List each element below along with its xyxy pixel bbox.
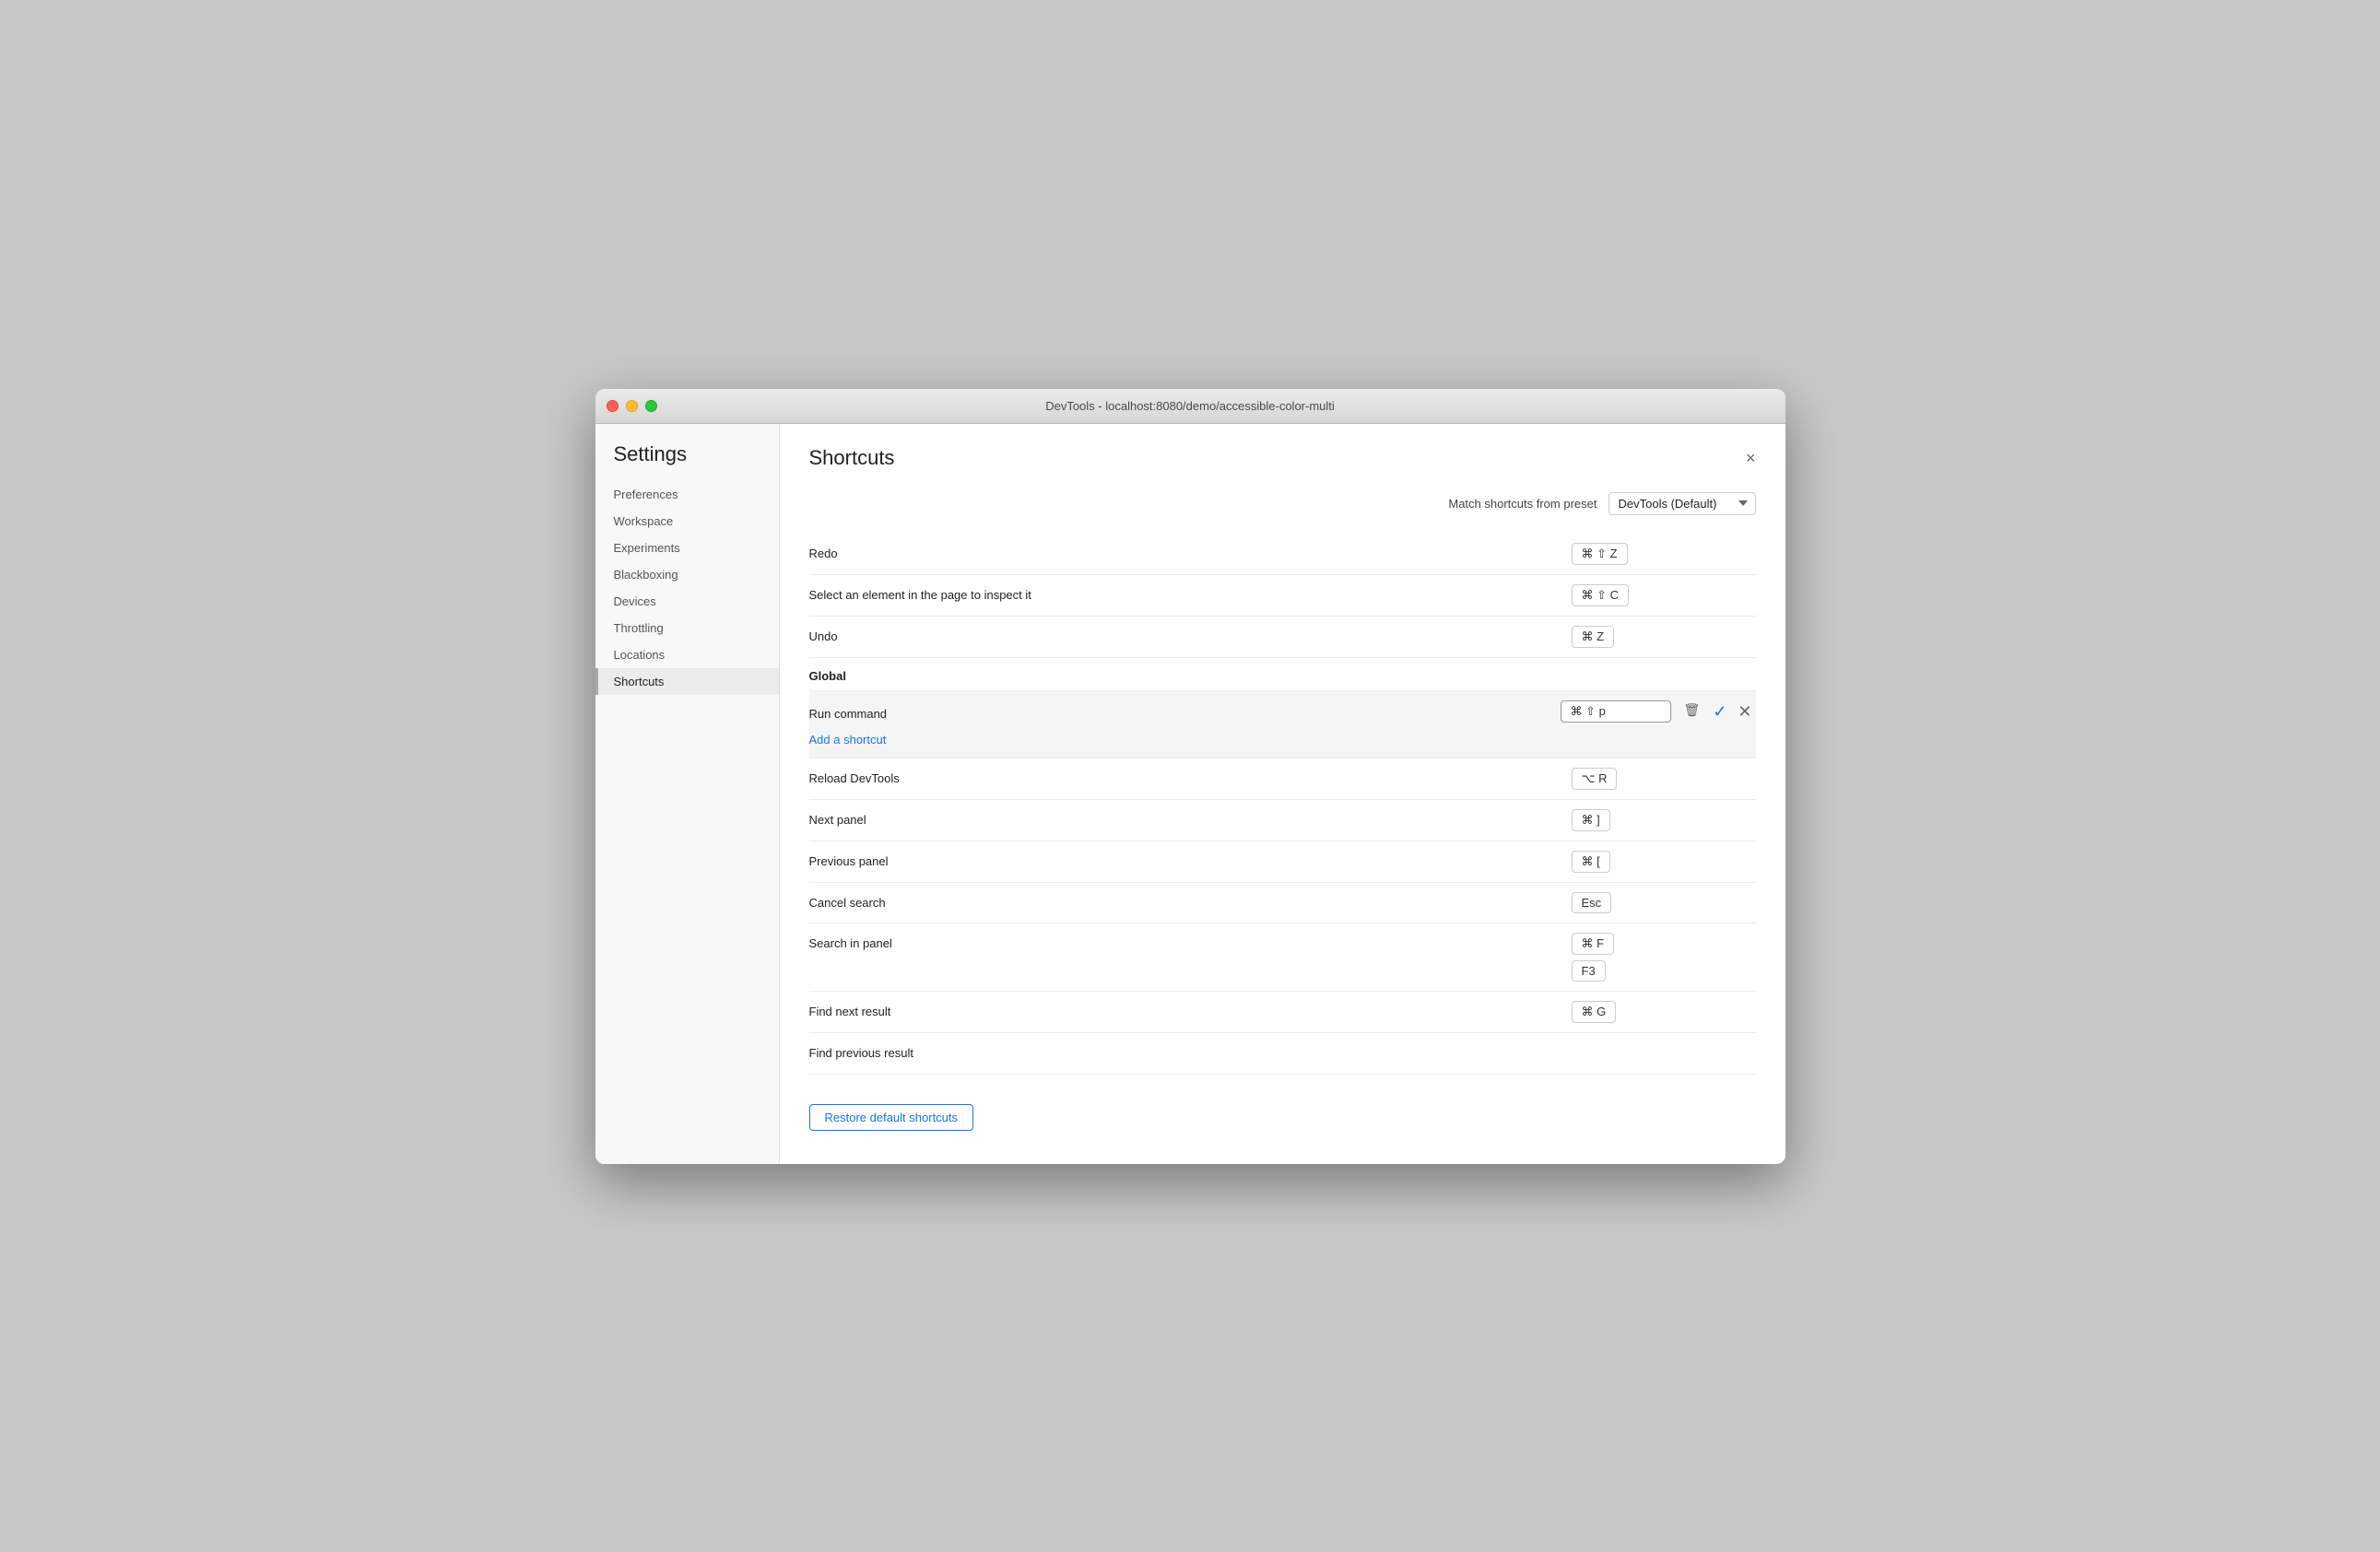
sidebar-item-preferences[interactable]: Preferences bbox=[595, 481, 779, 508]
main-panel: Shortcuts × Match shortcuts from preset … bbox=[780, 424, 1785, 1164]
shortcut-row-find-prev: Find previous result ⌘ ⇧ G bbox=[809, 1033, 1756, 1075]
key-combo-search-panel-1: ⌘ F bbox=[1572, 933, 1615, 955]
section-global-header: Global bbox=[809, 658, 1756, 691]
shortcut-name-reload: Reload DevTools bbox=[809, 768, 1572, 785]
window-title: DevTools - localhost:8080/demo/accessibl… bbox=[1045, 399, 1335, 413]
key-combo-next-panel: ⌘ ] bbox=[1572, 809, 1610, 831]
key-combo-undo: ⌘ Z bbox=[1572, 626, 1615, 648]
shortcut-name-next-panel: Next panel bbox=[809, 809, 1572, 827]
minimize-traffic-light[interactable] bbox=[626, 400, 638, 412]
key-combo-redo: ⌘ ⇧ Z bbox=[1572, 543, 1628, 565]
sidebar-item-devices[interactable]: Devices bbox=[595, 588, 779, 615]
close-button[interactable]: × bbox=[1746, 450, 1756, 466]
shortcut-name-redo: Redo bbox=[809, 543, 1572, 560]
key-combo-previous-panel: ⌘ [ bbox=[1572, 851, 1610, 873]
shortcut-keys-redo: ⌘ ⇧ Z bbox=[1572, 543, 1756, 565]
preset-label: Match shortcuts from preset bbox=[1448, 497, 1596, 511]
page-title: Shortcuts bbox=[809, 446, 895, 470]
shortcut-keys-cancel-search: Esc bbox=[1572, 892, 1756, 913]
shortcut-row-reload: Reload DevTools ⌥ R bbox=[809, 758, 1756, 800]
shortcut-name-run-command: Run command bbox=[809, 703, 1561, 721]
shortcut-name-find-next: Find next result bbox=[809, 1001, 1572, 1018]
key-combo-reload: ⌥ R bbox=[1572, 768, 1618, 790]
sidebar-item-shortcuts[interactable]: Shortcuts bbox=[595, 668, 779, 695]
delete-shortcut-button[interactable]: 🗑 bbox=[1679, 700, 1706, 720]
content-area: Settings Preferences Workspace Experimen… bbox=[595, 424, 1785, 1164]
sidebar-item-experiments[interactable]: Experiments bbox=[595, 535, 779, 561]
discard-button[interactable]: ✕ bbox=[1734, 700, 1755, 723]
shortcut-keys-reload: ⌥ R bbox=[1572, 768, 1756, 790]
settings-title: Settings bbox=[595, 442, 779, 481]
add-shortcut-link[interactable]: Add a shortcut bbox=[809, 733, 887, 747]
close-traffic-light[interactable] bbox=[607, 400, 619, 412]
restore-default-shortcuts-button[interactable]: Restore default shortcuts bbox=[809, 1104, 974, 1131]
shortcut-row-next-panel: Next panel ⌘ ] bbox=[809, 800, 1756, 841]
traffic-lights bbox=[607, 400, 657, 412]
key-combo-cancel-search: Esc bbox=[1572, 892, 1612, 913]
shortcut-row-undo: Undo ⌘ Z bbox=[809, 617, 1756, 658]
key-combo-find-next: ⌘ G bbox=[1572, 1001, 1617, 1023]
maximize-traffic-light[interactable] bbox=[645, 400, 657, 412]
confirm-actions: ✓ ✕ bbox=[1709, 700, 1755, 723]
shortcut-keys-previous-panel: ⌘ [ bbox=[1572, 851, 1756, 873]
preset-select[interactable]: DevTools (Default) Visual Studio Code bbox=[1608, 492, 1756, 515]
titlebar: DevTools - localhost:8080/demo/accessibl… bbox=[595, 389, 1785, 424]
key-combo-run-command[interactable]: ⌘ ⇧ p bbox=[1561, 700, 1671, 723]
shortcut-name-previous-panel: Previous panel bbox=[809, 851, 1572, 868]
shortcut-keys-inspect: ⌘ ⇧ C bbox=[1572, 584, 1756, 606]
shortcut-keys-next-panel: ⌘ ] bbox=[1572, 809, 1756, 831]
devtools-window: DevTools - localhost:8080/demo/accessibl… bbox=[595, 389, 1785, 1164]
sidebar-item-locations[interactable]: Locations bbox=[595, 641, 779, 668]
shortcut-name-undo: Undo bbox=[809, 626, 1572, 643]
shortcut-name-cancel-search: Cancel search bbox=[809, 892, 1572, 910]
run-command-keys-actions: ⌘ ⇧ p 🗑 bbox=[1561, 700, 1706, 723]
shortcut-keys-find-prev: ⌘ ⇧ G bbox=[1572, 1042, 1756, 1064]
run-command-sub: Add a shortcut bbox=[809, 729, 1756, 748]
shortcut-row-redo: Redo ⌘ ⇧ Z bbox=[809, 534, 1756, 575]
shortcut-keys-find-next: ⌘ G bbox=[1572, 1001, 1756, 1023]
main-header: Shortcuts × bbox=[809, 446, 1756, 470]
sidebar: Settings Preferences Workspace Experimen… bbox=[595, 424, 780, 1164]
run-command-inner: Run command ⌘ ⇧ p 🗑 ✓ ✕ bbox=[809, 700, 1756, 723]
shortcut-row-run-command: Run command ⌘ ⇧ p 🗑 ✓ ✕ Add a shortcut bbox=[809, 691, 1756, 758]
key-combo-inspect: ⌘ ⇧ C bbox=[1572, 584, 1630, 606]
shortcut-row-find-next: Find next result ⌘ G bbox=[809, 992, 1756, 1033]
key-combo-search-panel-2: F3 bbox=[1572, 960, 1606, 982]
preset-row: Match shortcuts from preset DevTools (De… bbox=[809, 492, 1756, 515]
shortcut-row-cancel-search: Cancel search Esc bbox=[809, 883, 1756, 923]
shortcut-row-inspect: Select an element in the page to inspect… bbox=[809, 575, 1756, 617]
sidebar-item-blackboxing[interactable]: Blackboxing bbox=[595, 561, 779, 588]
shortcut-keys-undo: ⌘ Z bbox=[1572, 626, 1756, 648]
confirm-button[interactable]: ✓ bbox=[1709, 700, 1730, 723]
restore-btn-container: Restore default shortcuts bbox=[809, 1093, 1756, 1142]
shortcut-name-search-panel: Search in panel bbox=[809, 933, 1572, 950]
sidebar-item-workspace[interactable]: Workspace bbox=[595, 508, 779, 535]
shortcut-name-find-prev: Find previous result bbox=[809, 1042, 1572, 1060]
shortcut-row-previous-panel: Previous panel ⌘ [ bbox=[809, 841, 1756, 883]
shortcut-row-search-panel: Search in panel ⌘ F F3 bbox=[809, 923, 1756, 992]
shortcut-keys-search-panel: ⌘ F F3 bbox=[1572, 933, 1756, 982]
shortcut-name-inspect: Select an element in the page to inspect… bbox=[809, 584, 1572, 602]
sidebar-item-throttling[interactable]: Throttling bbox=[595, 615, 779, 641]
